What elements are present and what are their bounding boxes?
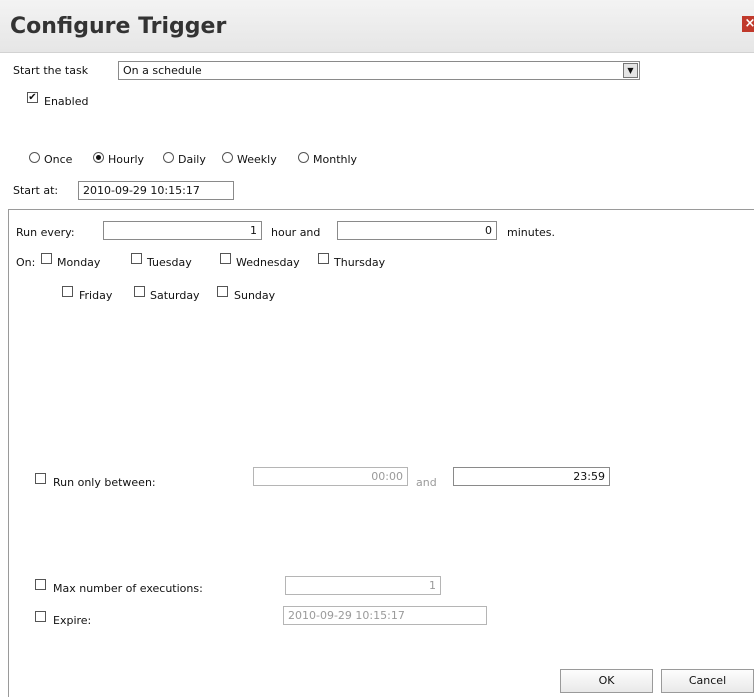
run-between-label: Run only between: [53,476,156,489]
run-between-to-input[interactable]: 23:59 [453,467,610,486]
day-tuesday-label: Tuesday [147,256,192,269]
day-thursday-checkbox[interactable] [318,253,329,264]
start-at-input[interactable]: 2010-09-29 10:15:17 [78,181,234,200]
expire-label: Expire: [53,614,92,627]
radio-once[interactable] [29,152,40,163]
radio-once-label: Once [44,153,73,166]
day-wednesday-checkbox[interactable] [220,253,231,264]
max-executions-checkbox[interactable] [35,579,46,590]
day-tuesday-checkbox[interactable] [131,253,142,264]
run-every-label: Run every: [16,226,75,239]
start-task-dropdown[interactable]: On a schedule ▼ [118,61,640,80]
radio-monthly[interactable] [298,152,309,163]
day-monday-checkbox[interactable] [41,253,52,264]
day-saturday-label: Saturday [150,289,200,302]
minutes-label: minutes. [507,226,556,239]
radio-hourly-label: Hourly [108,153,145,166]
radio-hourly[interactable] [93,152,104,163]
expire-date-input[interactable]: 2010-09-29 10:15:17 [283,606,487,625]
on-label: On: [16,256,36,269]
expire-checkbox[interactable] [35,611,46,622]
close-icon[interactable]: × [742,16,754,32]
enabled-label: Enabled [44,95,89,108]
day-friday-checkbox[interactable] [62,286,73,297]
enabled-checkbox[interactable]: ✔ [27,92,38,103]
radio-daily-label: Daily [178,153,206,166]
day-monday-label: Monday [57,256,101,269]
ok-button[interactable]: OK [560,669,653,693]
radio-weekly-label: Weekly [237,153,277,166]
start-task-label: Start the task [13,64,89,77]
day-thursday-label: Thursday [334,256,386,269]
day-saturday-checkbox[interactable] [134,286,145,297]
chevron-down-icon[interactable]: ▼ [623,63,638,78]
run-every-hours-input[interactable]: 1 [103,221,262,240]
radio-daily[interactable] [163,152,174,163]
dialog-title: Configure Trigger [10,14,227,39]
max-executions-input[interactable]: 1 [285,576,441,595]
day-friday-label: Friday [79,289,113,302]
day-wednesday-label: Wednesday [236,256,300,269]
start-at-label: Start at: [13,184,59,197]
radio-monthly-label: Monthly [313,153,358,166]
max-executions-label: Max number of executions: [53,582,203,595]
day-sunday-checkbox[interactable] [217,286,228,297]
run-between-and-label: and [416,476,437,489]
run-every-minutes-input[interactable]: 0 [337,221,497,240]
cancel-button[interactable]: Cancel [661,669,754,693]
hour-and-label: hour and [271,226,321,239]
run-between-from-input[interactable]: 00:00 [253,467,408,486]
day-sunday-label: Sunday [234,289,276,302]
run-between-checkbox[interactable] [35,473,46,484]
radio-weekly[interactable] [222,152,233,163]
start-task-value: On a schedule [123,64,202,77]
